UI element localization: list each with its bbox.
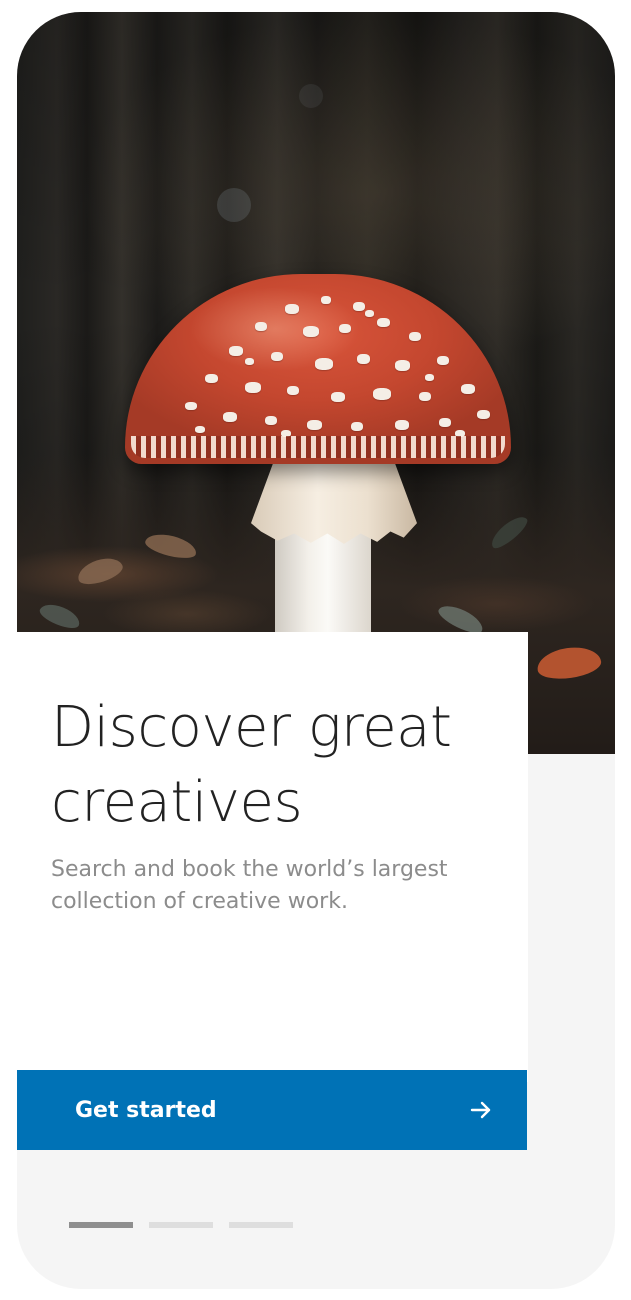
page-indicator-active [69, 1222, 133, 1228]
cap-spot [357, 354, 370, 364]
cap-spot [307, 420, 322, 430]
cap-spot [419, 392, 431, 401]
cap-spot [365, 310, 374, 317]
get-started-label: Get started [75, 1097, 217, 1123]
page-indicator-inactive [149, 1222, 213, 1228]
cap-spot [455, 430, 465, 437]
cap-spot [195, 426, 205, 433]
cap-spot [439, 418, 451, 427]
cap-spot [281, 430, 291, 437]
cap-spot [321, 296, 331, 304]
cap-spot [287, 386, 299, 395]
cap-spot [265, 416, 277, 425]
cap-spot [229, 346, 243, 356]
cap-spot [205, 374, 218, 383]
onboarding-screen: Discover great creatives Search and book… [17, 12, 615, 1289]
bokeh-light [299, 84, 323, 108]
page-indicator-inactive [229, 1222, 293, 1228]
cap-spot [351, 422, 363, 431]
page-title: Discover great creatives [51, 695, 452, 835]
cap-spot [477, 410, 490, 419]
get-started-button[interactable]: Get started [17, 1070, 527, 1150]
cap-spot [339, 324, 351, 333]
cap-spot [409, 332, 421, 341]
cap-spot [395, 360, 410, 371]
cap-spot [437, 356, 449, 365]
cap-spot [255, 322, 267, 331]
cap-spot [303, 326, 319, 337]
cap-spot [315, 358, 333, 370]
cap-spot [331, 392, 345, 402]
bokeh-light [217, 188, 251, 222]
cap-spot [285, 304, 299, 314]
cap-spot [271, 352, 283, 361]
cap-spot [395, 420, 409, 430]
cap-spot [425, 374, 434, 381]
mushroom-cap [125, 274, 511, 464]
cap-spot [223, 412, 237, 422]
arrow-right-icon [470, 1101, 491, 1119]
page-subtitle: Search and book the world’s largest coll… [51, 857, 448, 914]
cap-spot [373, 388, 391, 400]
cap-spot [461, 384, 475, 394]
cap-spot [245, 382, 261, 393]
cap-spot [185, 402, 197, 410]
cap-spot [353, 302, 365, 311]
cap-spot [377, 318, 390, 327]
cap-spot [245, 358, 254, 365]
page-indicator [69, 1222, 293, 1228]
